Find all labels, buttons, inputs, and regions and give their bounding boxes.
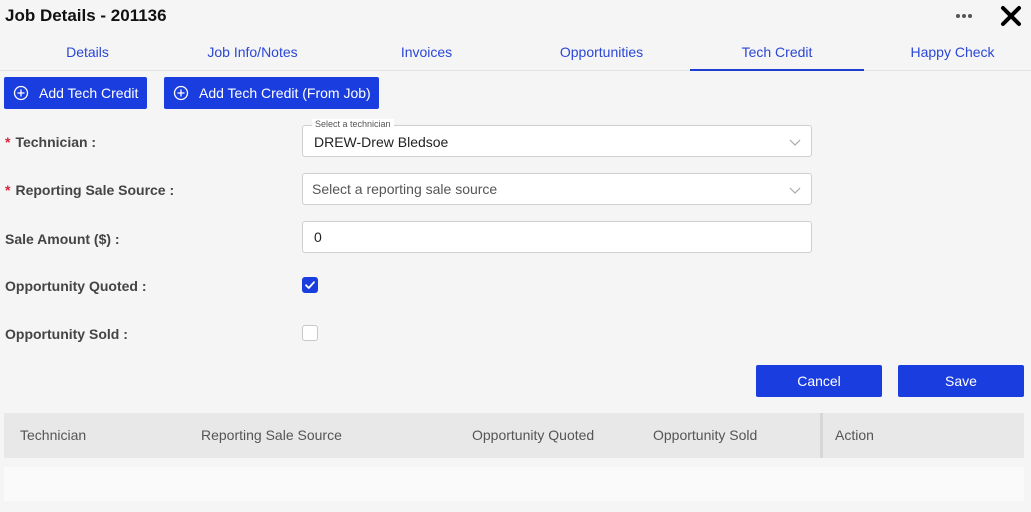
reporting-sale-source-placeholder: Select a reporting sale source [312,181,498,197]
tab-happy-check[interactable]: Happy Check [865,34,1031,71]
more-horizontal-icon[interactable] [952,7,976,25]
technician-value: DREW-Drew Bledsoe [314,134,449,150]
column-header-opportunity-sold: Opportunity Sold [653,427,758,443]
chevron-down-icon [789,187,801,194]
column-header-reporting-sale-source: Reporting Sale Source [201,427,342,443]
required-mark: * [5,182,11,198]
modal-header: Job Details - 201136 [0,0,1031,34]
reporting-sale-source-select[interactable]: Select a reporting sale source [302,173,812,205]
tab-details[interactable]: Details [0,34,175,71]
table-body-empty [4,467,1024,501]
add-tech-credit-from-job-button[interactable]: Add Tech Credit (From Job) [164,77,379,109]
column-divider [820,413,823,458]
tab-opportunities[interactable]: Opportunities [514,34,689,71]
technician-select[interactable]: Select a technician DREW-Drew Bledsoe [302,119,812,157]
add-tech-credit-label: Add Tech Credit [39,85,139,101]
reporting-sale-source-label: * Reporting Sale Source : [5,182,175,198]
add-tech-credit-button[interactable]: Add Tech Credit [4,77,147,109]
technician-float-label: Select a technician [312,119,394,130]
tab-invoices[interactable]: Invoices [339,34,514,71]
tab-tech-credit[interactable]: Tech Credit [690,34,864,71]
plus-circle-icon [13,85,29,101]
page-title: Job Details - 201136 [5,6,167,25]
save-button[interactable]: Save [898,365,1024,397]
tab-bar: Details Job Info/Notes Invoices Opportun… [0,34,1031,71]
technician-label: * Technician : [5,134,97,150]
column-header-action: Action [835,427,874,443]
column-header-technician: Technician [20,427,87,443]
required-mark: * [5,134,11,150]
sale-amount-label: Sale Amount ($) : [5,231,120,247]
plus-circle-icon [173,85,189,101]
table-header: Technician Reporting Sale Source Opportu… [4,413,1024,458]
tab-job-info-notes[interactable]: Job Info/Notes [165,34,340,71]
opportunity-sold-checkbox[interactable] [302,325,318,341]
opportunity-quoted-checkbox[interactable] [302,277,318,293]
column-header-opportunity-quoted: Opportunity Quoted [472,427,595,443]
add-tech-credit-from-job-label: Add Tech Credit (From Job) [199,85,371,101]
close-icon[interactable] [999,4,1023,28]
cancel-button[interactable]: Cancel [756,365,882,397]
opportunity-sold-label: Opportunity Sold : [5,326,128,342]
checkmark-icon [305,281,315,289]
chevron-down-icon [789,139,801,146]
opportunity-quoted-label: Opportunity Quoted : [5,278,147,294]
sale-amount-input[interactable]: 0 [302,221,812,253]
